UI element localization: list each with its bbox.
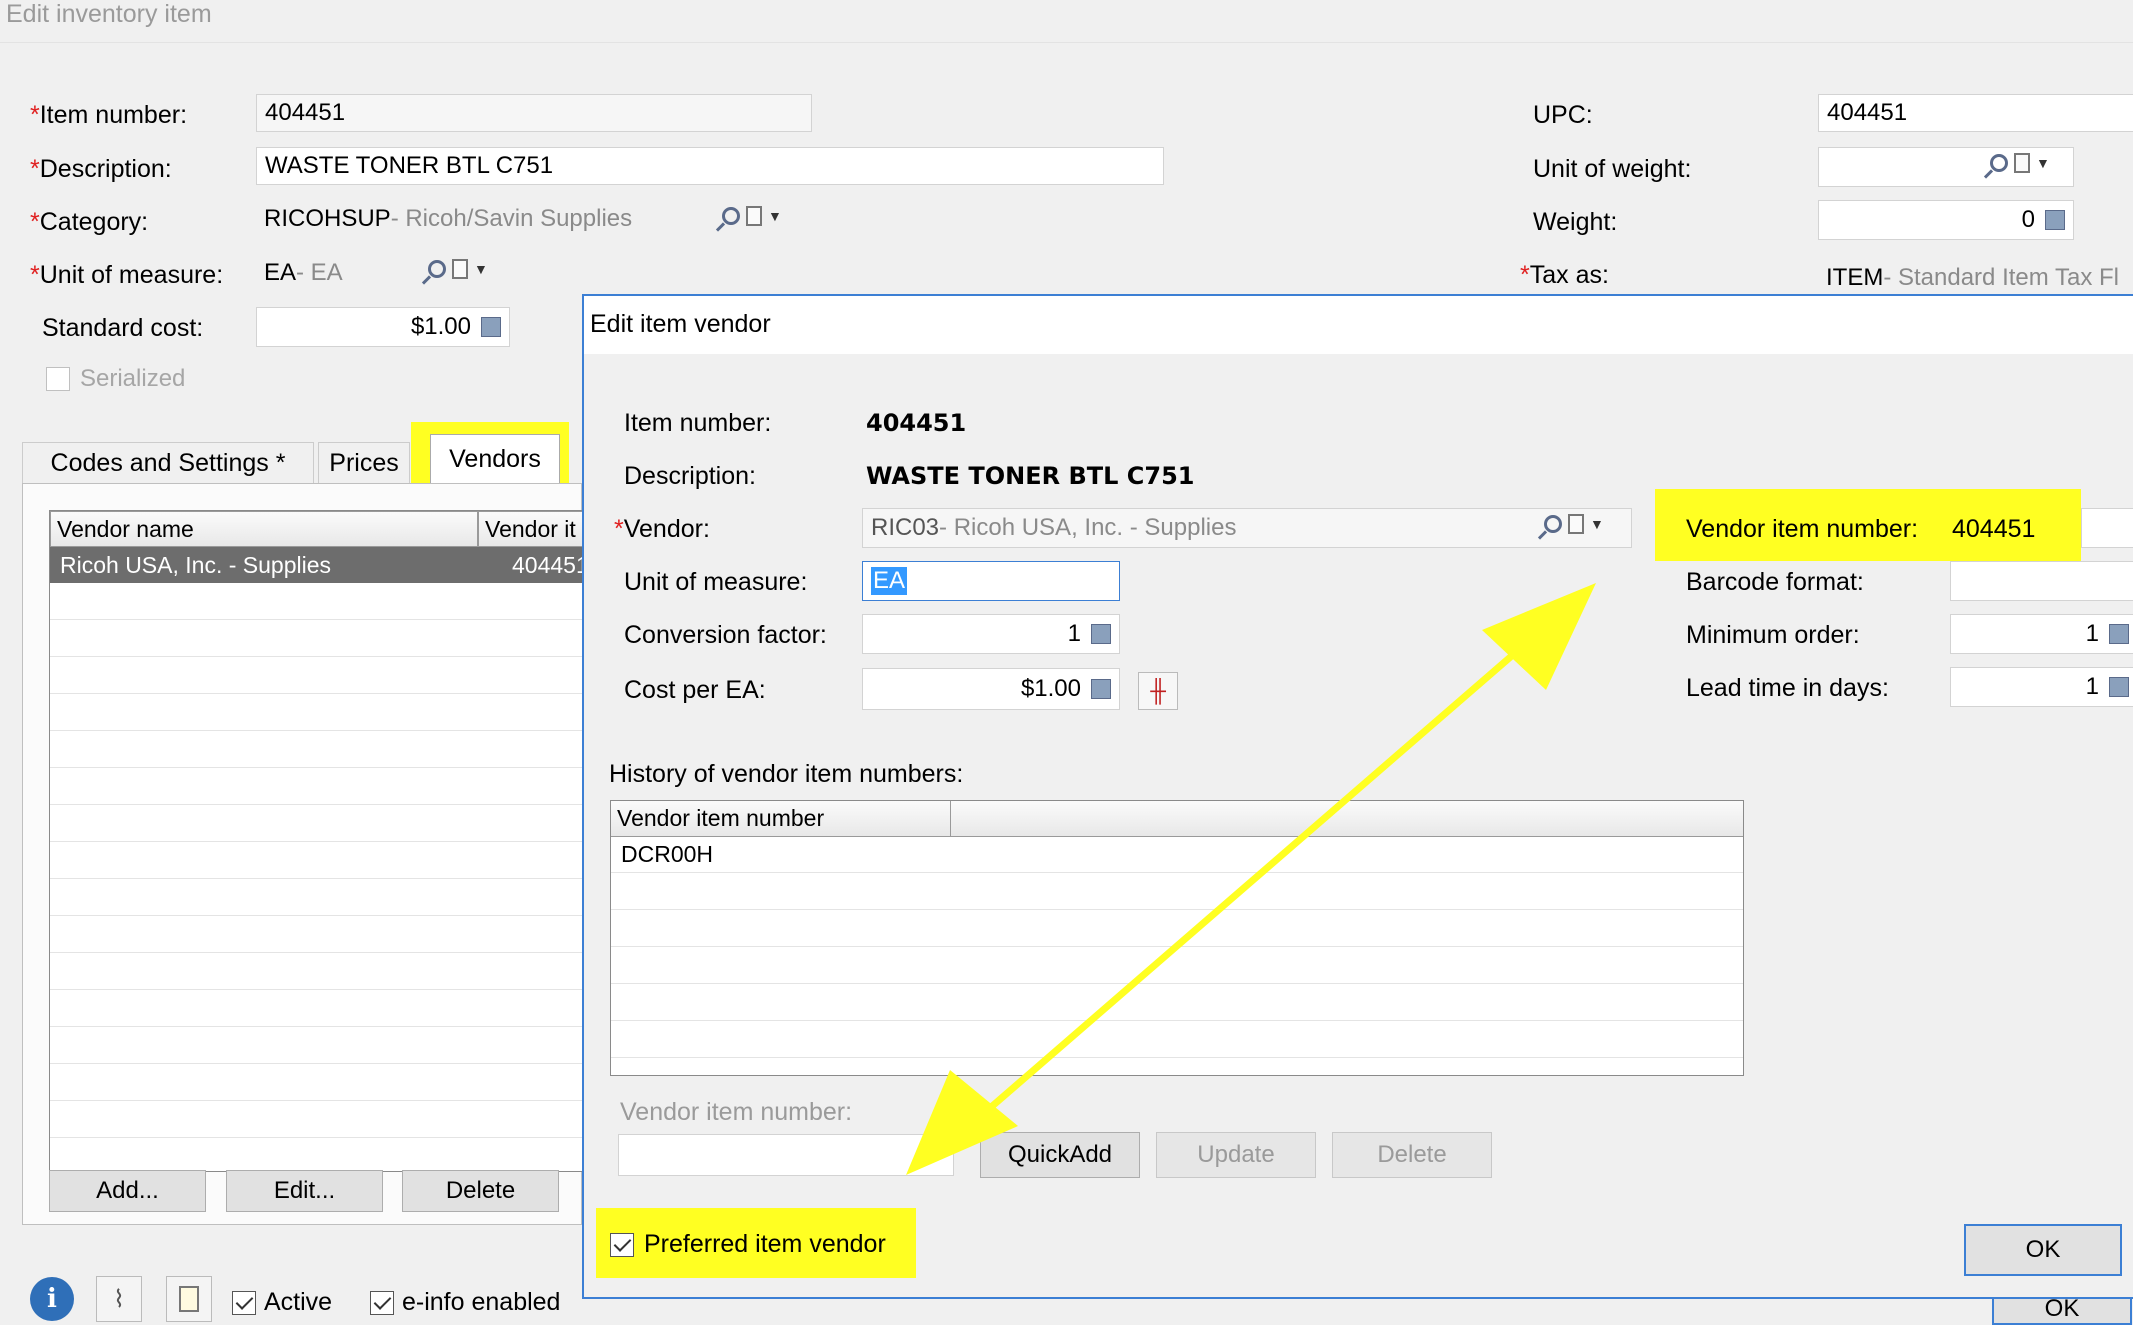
arrow-head-up: [1482, 583, 1596, 690]
annotation-arrow: [906, 583, 1596, 1175]
arrow-line: [987, 637, 1533, 1111]
arrow-head-down: [906, 1070, 1018, 1175]
